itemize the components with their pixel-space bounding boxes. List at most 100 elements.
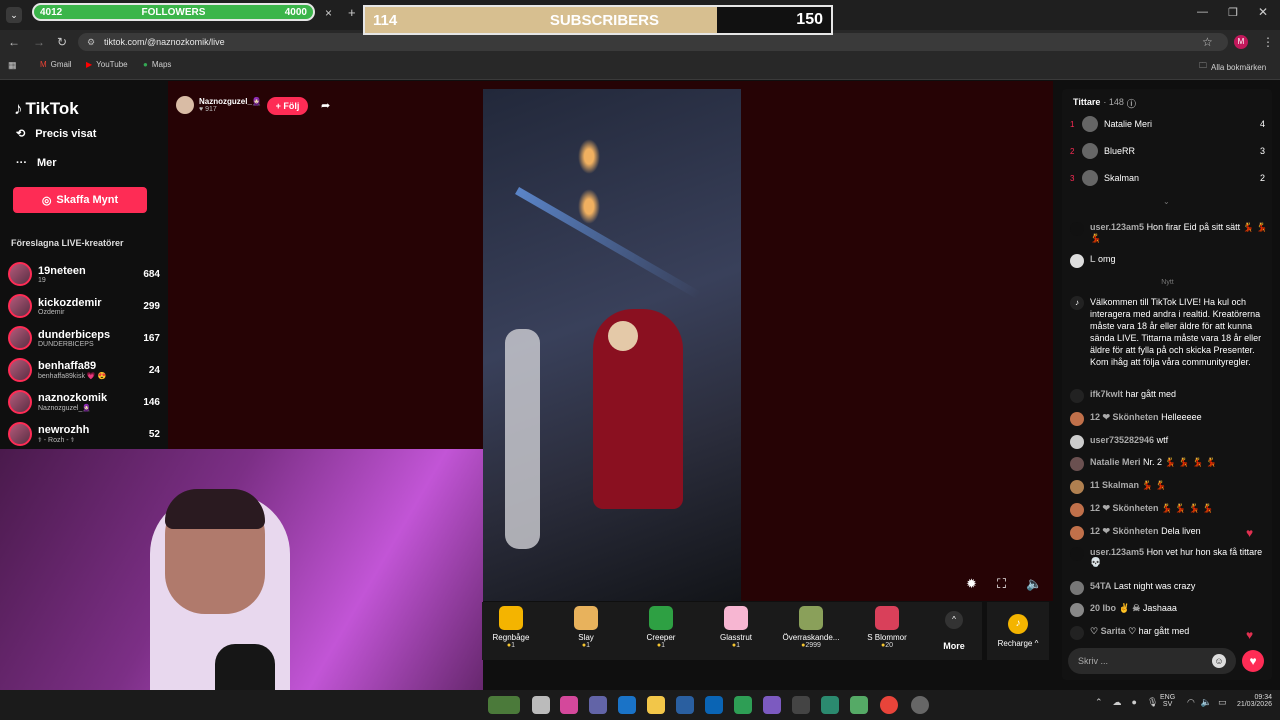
chat-message: L omg [1070, 254, 1270, 268]
viewer-count: 52 [148, 428, 160, 440]
chat-message: 11 Skalman 💃 💃 [1070, 480, 1270, 494]
back-icon[interactable]: ← [8, 30, 20, 54]
chat-user: user.123am5 [1090, 222, 1145, 232]
creator-item[interactable]: naznozkomik Naznozguzel_🧕🏻 146 [8, 387, 160, 417]
nav-recently-viewed[interactable]: ⟲ Precis visat [16, 127, 96, 141]
get-coins-button[interactable]: ◎ Skaffa Mynt [13, 187, 147, 213]
site-info-icon[interactable]: ⚙ [87, 33, 95, 51]
rainbow-icon [499, 606, 523, 630]
app-icon[interactable] [763, 696, 781, 714]
heart-icon: ♥ [1246, 628, 1254, 642]
creator-name: kickozdemir [38, 296, 102, 309]
tray-icons[interactable]: ⌃ ☁ ● 🎙 [1095, 697, 1158, 708]
gift-name: Slay [578, 633, 594, 642]
teams-icon[interactable] [589, 696, 607, 714]
gifts-more-button[interactable]: ^ More [936, 611, 972, 651]
chat-text: Last night was crazy [1113, 581, 1196, 591]
tab-close-icon[interactable]: × [325, 6, 332, 20]
expand-viewers-icon[interactable]: ⌄ [1163, 197, 1170, 206]
browser-menu-icon[interactable]: ⋮ [1262, 30, 1274, 54]
region: SV [1162, 701, 1173, 708]
bookmark-gmail[interactable]: M Gmail [40, 60, 72, 69]
emoji-icon[interactable]: ☺ [1212, 654, 1226, 668]
app-icon[interactable] [821, 696, 839, 714]
app-icon[interactable] [850, 696, 868, 714]
reload-icon[interactable]: ↻ [57, 30, 67, 54]
recharge-label: Recharge ^ [997, 639, 1039, 648]
widget-icon[interactable] [488, 696, 520, 714]
gift-creeper[interactable]: Creeper ●1 [631, 606, 691, 649]
live-video[interactable] [483, 89, 741, 601]
shield-icon[interactable] [734, 696, 752, 714]
bookmark-maps[interactable]: ● Maps [143, 60, 171, 69]
creator-item[interactable]: kickozdemir Ozdemir 299 [8, 291, 160, 321]
app-icon[interactable] [911, 696, 929, 714]
tab-search-icon[interactable]: ⌄ [6, 7, 22, 23]
store-icon[interactable] [676, 696, 694, 714]
network-icon: ● [1131, 697, 1137, 707]
gift-flowers[interactable]: S Blommor ●20 [857, 606, 917, 649]
forward-icon[interactable]: → [33, 30, 45, 54]
gift-price: 2999 [805, 642, 821, 649]
top-viewer[interactable]: 2 BlueRR 3 [1070, 143, 1265, 159]
top-viewer[interactable]: 1 Natalie Meri 4 [1070, 116, 1265, 132]
avatar [8, 294, 32, 318]
clock[interactable]: 09:34 21/03/2026 [1226, 694, 1272, 708]
gift-surprise[interactable]: Överraskande... ●2999 [781, 606, 841, 649]
chrome-icon[interactable] [880, 696, 898, 714]
creator-item[interactable]: newrozhh ⚕ - Rozh - ⚕ 52 [8, 419, 160, 449]
bookmark-label: YouTube [96, 60, 128, 69]
avatar [1070, 457, 1084, 471]
maximize-icon[interactable]: ❐ [1228, 6, 1238, 19]
system-icons[interactable]: ◠ 🔈 ▭ [1187, 697, 1227, 708]
minimize-icon[interactable]: — [1197, 6, 1208, 18]
language-indicator[interactable]: ENG SV [1160, 694, 1175, 708]
gift-rainbow[interactable]: Regnbåge ●1 [481, 606, 541, 649]
profile-avatar[interactable]: M [1234, 35, 1248, 49]
chat-input[interactable]: Skriv ... ☺ [1068, 648, 1236, 674]
subscribers-progress: 114 SUBSCRIBERS [365, 7, 717, 33]
address-bar[interactable]: ⚙ tiktok.com/@naznozkomik/live [78, 33, 1228, 51]
creator-item[interactable]: dunderbiceps DUNDERBICEPS 167 [8, 323, 160, 353]
viewers-header[interactable]: Tittare · 148 ⓘ [1073, 97, 1136, 110]
window-close-icon[interactable]: ✕ [1258, 5, 1268, 19]
mail-icon[interactable] [705, 696, 723, 714]
chat-text: Helleeeee [1161, 412, 1202, 422]
edge-icon[interactable] [618, 696, 636, 714]
gift-ice-cream[interactable]: Glasstrut ●1 [706, 606, 766, 649]
chat-text: Nr. 2 💃 💃 💃 💃 [1143, 457, 1217, 467]
follow-button[interactable]: + Följ [267, 97, 308, 115]
bookmark-star-icon[interactable]: ☆ [1202, 30, 1213, 54]
like-button[interactable]: ♥ [1242, 650, 1264, 672]
explorer-icon[interactable] [647, 696, 665, 714]
bookmark-youtube[interactable]: ▶ YouTube [86, 60, 128, 69]
top-viewer[interactable]: 3 Skalman 2 [1070, 170, 1265, 186]
share-icon[interactable]: ➦ [321, 99, 330, 112]
avatar [1082, 170, 1098, 186]
nav-more[interactable]: ··· Mer [16, 157, 57, 169]
tiktok-logo[interactable]: ♪ TikTok [14, 99, 79, 119]
task-view-icon[interactable] [532, 696, 550, 714]
creator-item[interactable]: benhaffa89 benhaffa89kisk 💗 😍 24 [8, 355, 160, 385]
heart-icon: ♥ [199, 106, 204, 113]
settings-icon[interactable]: ✹ [966, 576, 977, 592]
apps-icon[interactable]: ▦ [8, 60, 17, 71]
host-avatar [176, 96, 194, 114]
followers-goal-bar: 4012 FOLLOWERS 4000 [32, 3, 315, 21]
chevron-up-icon: ^ [945, 611, 963, 629]
host-info[interactable]: Naznozguzel_🧕🏻 ♥ 917 [176, 96, 262, 114]
new-messages-divider: Nytt [1161, 279, 1174, 286]
gift-price: 1 [586, 642, 591, 649]
fullscreen-icon[interactable]: ⛶ [997, 576, 1006, 592]
chat-text: Dela liven [1161, 526, 1201, 536]
volume-icon[interactable]: 🔈 [1026, 576, 1042, 592]
obs-icon[interactable] [792, 696, 810, 714]
recharge-button[interactable]: ♪ Recharge ^ [987, 602, 1049, 660]
avatar [1070, 254, 1084, 268]
new-tab-button[interactable]: + [348, 5, 356, 20]
gift-slay[interactable]: Slay ●1 [556, 606, 616, 649]
all-bookmarks[interactable]: 🗀 Alla bokmärken [1199, 60, 1266, 74]
creator-item[interactable]: 19neteen 19 684 [8, 259, 160, 289]
subs-goal: 150 [796, 11, 823, 28]
copilot-icon[interactable] [560, 696, 578, 714]
